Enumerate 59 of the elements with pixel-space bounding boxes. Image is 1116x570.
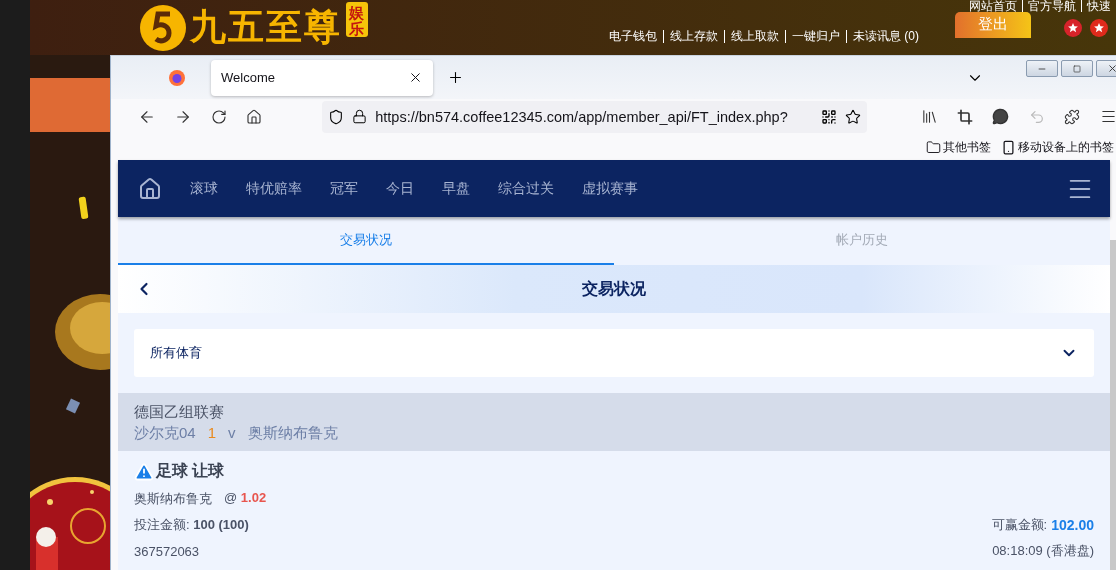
browser-logo-icon [169, 69, 185, 86]
nav-item[interactable]: 综合过关 [498, 179, 554, 198]
nav-item[interactable]: 滚球 [190, 179, 218, 198]
ticket-number: 367572063 [134, 543, 200, 559]
chat-icon[interactable] [992, 108, 1010, 126]
puzzle-icon[interactable] [1064, 108, 1081, 125]
bookmark[interactable]: 移动设备上的书签 [1018, 138, 1114, 156]
nav-item[interactable]: 冠军 [330, 179, 358, 198]
home-team: 沙尔克04 [134, 424, 196, 443]
tab-title: Welcome [221, 70, 276, 85]
browser-tab[interactable]: Welcome [211, 59, 433, 96]
shield-icon [328, 108, 345, 125]
nav-item[interactable]: 特优赔率 [246, 179, 302, 198]
address-bar[interactable]: https://bn574.coffee12345.com/app/member_api/FT_index.php? [322, 100, 868, 133]
maximize-icon [1073, 64, 1081, 73]
close-icon [1106, 63, 1116, 74]
away-team: 奥斯纳布鲁克 [247, 424, 338, 443]
bet-time: 08:18:09 (香港盘) [992, 542, 1094, 560]
nav-item[interactable]: 虚拟赛事 [582, 179, 638, 198]
crop-icon[interactable] [956, 108, 973, 125]
sport-select[interactable]: 所有体育 [134, 329, 1094, 377]
plus-icon[interactable] [447, 69, 464, 86]
at-sign: @ [224, 490, 238, 505]
win-amount: 102.00 [1051, 517, 1094, 533]
odds: 1.02 [240, 490, 267, 505]
account-link[interactable]: 线上取款 [724, 30, 785, 43]
star-icon[interactable] [845, 108, 862, 125]
versus-label: v [228, 424, 236, 443]
folder-icon [926, 139, 941, 155]
bookmark[interactable]: 其他书签 [943, 138, 991, 156]
library-icon[interactable] [920, 108, 938, 126]
warning-icon [134, 461, 154, 482]
qr-code-icon[interactable] [821, 108, 838, 125]
page-title: 交易状况 [581, 278, 647, 299]
top-link[interactable]: 网站首页 [964, 0, 1022, 12]
top-link[interactable]: 快速 [1081, 0, 1116, 12]
lock-icon [352, 109, 368, 125]
selection: 奥斯纳布鲁克 [134, 490, 212, 508]
account-link[interactable]: 一键归户 [785, 30, 846, 43]
home-icon[interactable] [138, 176, 162, 201]
nav-item[interactable]: 早盘 [442, 179, 470, 198]
account-link[interactable]: 电子钱包 [603, 30, 663, 43]
reload-icon[interactable] [210, 108, 227, 125]
account-link[interactable]: 未读讯息 (0) [846, 30, 925, 43]
home-icon[interactable] [246, 108, 263, 125]
logo-badge: 娱乐 [346, 2, 368, 37]
account-link[interactable]: 线上存款 [663, 30, 724, 43]
league-name: 德国乙组联赛 [134, 403, 225, 422]
close-icon[interactable] [408, 70, 423, 85]
nav-item[interactable]: 今日 [386, 179, 414, 198]
bet-type: 足球 让球 [156, 461, 225, 481]
phone-icon [1001, 139, 1016, 155]
score: 1 [207, 424, 217, 443]
flag-icon[interactable] [1064, 18, 1082, 37]
flag-icon[interactable] [1090, 18, 1108, 37]
win-label: 可赢金额: [991, 516, 1048, 534]
logo-icon [140, 4, 186, 51]
stake: 投注金额: 100 (100) [134, 516, 249, 534]
logo-text: 九五至尊 [190, 5, 342, 49]
